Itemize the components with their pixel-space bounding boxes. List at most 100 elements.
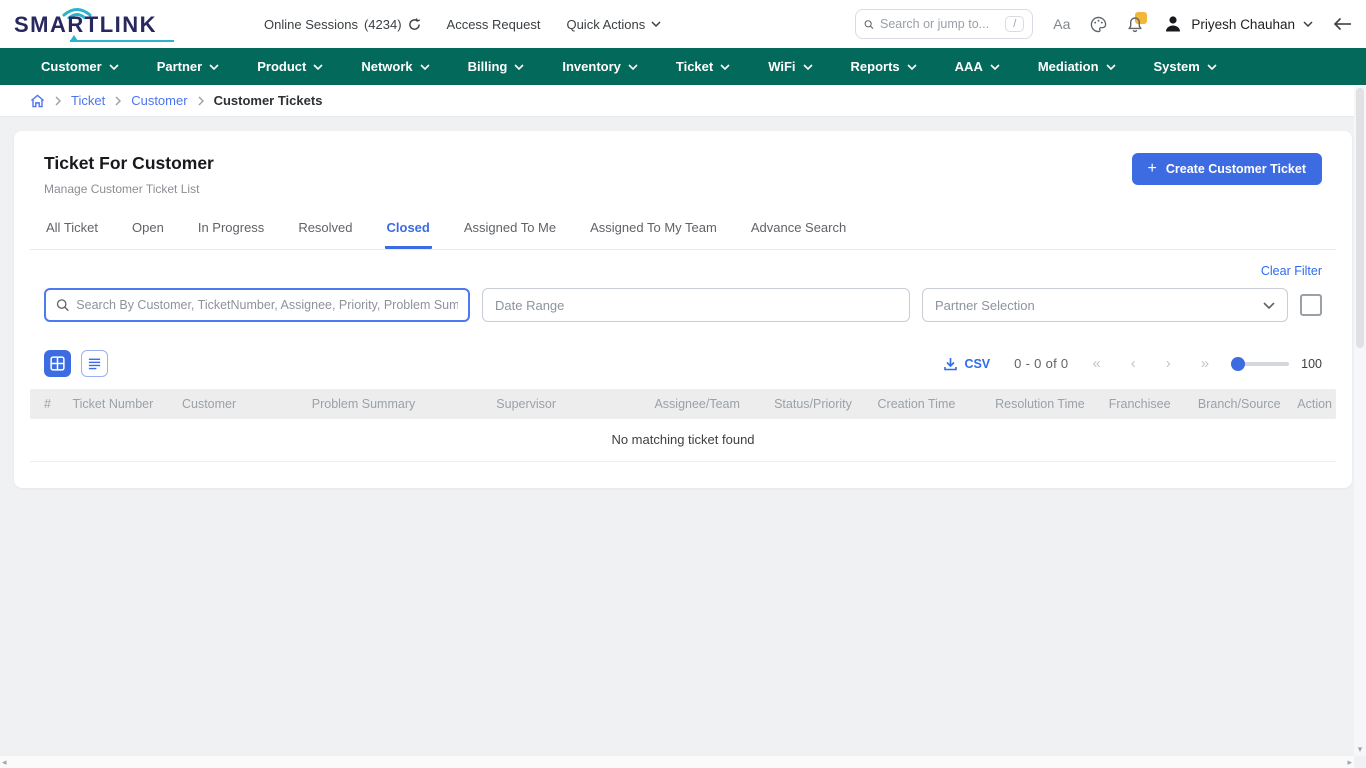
chevron-down-icon bbox=[313, 64, 323, 70]
breadcrumb-current: Customer Tickets bbox=[214, 93, 323, 108]
nav-item-wifi[interactable]: WiFi bbox=[753, 48, 827, 85]
vertical-scrollbar-thumb[interactable] bbox=[1356, 88, 1364, 348]
scroll-left-arrow[interactable]: ◂ bbox=[2, 758, 7, 767]
ticket-table: # Ticket Number Customer Problem Summary… bbox=[30, 389, 1336, 462]
first-page-button[interactable]: « bbox=[1092, 356, 1100, 371]
nav-item-partner[interactable]: Partner bbox=[142, 48, 235, 85]
chevron-down-icon bbox=[1207, 64, 1217, 70]
chevron-down-icon bbox=[514, 64, 524, 70]
user-name: Priyesh Chauhan bbox=[1191, 17, 1295, 32]
main-navbar: Customer Partner Product Network Billing… bbox=[0, 48, 1366, 85]
search-icon bbox=[56, 298, 69, 312]
main-content: Ticket For Customer Manage Customer Tick… bbox=[0, 117, 1366, 502]
app-header: SMARTLINK Online Sessions (4234) Access … bbox=[0, 0, 1366, 48]
prev-page-button[interactable]: ‹ bbox=[1131, 356, 1136, 371]
ticket-search-field[interactable] bbox=[44, 288, 470, 322]
nav-item-product[interactable]: Product bbox=[242, 48, 338, 85]
slash-shortcut-badge: / bbox=[1005, 16, 1024, 32]
notifications-button[interactable] bbox=[1127, 16, 1143, 33]
online-sessions-label: Online Sessions bbox=[264, 17, 358, 32]
page-size-value: 100 bbox=[1301, 357, 1322, 371]
online-sessions-link[interactable]: Online Sessions (4234) bbox=[264, 17, 421, 32]
breadcrumb-customer[interactable]: Customer bbox=[131, 93, 187, 108]
page-size-slider[interactable] bbox=[1233, 362, 1289, 366]
scroll-down-arrow[interactable]: ▾ bbox=[1354, 745, 1366, 754]
empty-message: No matching ticket found bbox=[30, 419, 1336, 462]
next-page-button[interactable]: › bbox=[1166, 356, 1171, 371]
nav-item-network[interactable]: Network bbox=[346, 48, 444, 85]
scroll-right-arrow[interactable]: ▸ bbox=[1347, 758, 1352, 767]
tab-resolved[interactable]: Resolved bbox=[296, 216, 354, 249]
nav-item-reports[interactable]: Reports bbox=[836, 48, 932, 85]
logo-text: SMARTLINK bbox=[14, 12, 157, 38]
ticket-search-input[interactable] bbox=[76, 298, 458, 312]
grid-view-button[interactable] bbox=[44, 350, 71, 377]
list-toolbar: CSV 0 - 0 of 0 « ‹ › » 100 bbox=[30, 350, 1336, 377]
nav-item-aaa[interactable]: AAA bbox=[940, 48, 1015, 85]
col-action: Action bbox=[1289, 389, 1336, 419]
slider-knob[interactable] bbox=[1231, 357, 1245, 371]
nav-item-inventory[interactable]: Inventory bbox=[547, 48, 653, 85]
nav-item-ticket[interactable]: Ticket bbox=[661, 48, 745, 85]
last-page-button[interactable]: » bbox=[1201, 356, 1209, 371]
col-ticket-number: Ticket Number bbox=[64, 389, 174, 419]
export-csv-button[interactable]: CSV bbox=[944, 357, 990, 371]
col-creation-time: Creation Time bbox=[870, 389, 988, 419]
filters-row: Partner Selection bbox=[30, 288, 1336, 322]
ticket-list-card: Ticket For Customer Manage Customer Tick… bbox=[14, 131, 1352, 488]
page-subtitle: Manage Customer Ticket List bbox=[44, 182, 214, 196]
page-title: Ticket For Customer bbox=[44, 153, 214, 174]
font-size-toggle[interactable]: Aa bbox=[1053, 16, 1070, 32]
pagination-range: 0 - 0 of 0 bbox=[1014, 356, 1068, 371]
tab-all-ticket[interactable]: All Ticket bbox=[44, 216, 100, 249]
theme-palette-button[interactable] bbox=[1090, 16, 1107, 33]
download-icon bbox=[944, 357, 957, 371]
back-arrow-icon[interactable] bbox=[1333, 17, 1352, 31]
access-request-link[interactable]: Access Request bbox=[447, 17, 541, 32]
chevron-down-icon bbox=[1106, 64, 1116, 70]
chevron-down-icon bbox=[628, 64, 638, 70]
col-assignee-team: Assignee/Team bbox=[646, 389, 766, 419]
create-customer-ticket-button[interactable]: + Create Customer Ticket bbox=[1132, 153, 1322, 185]
chevron-down-icon bbox=[1263, 302, 1275, 309]
col-status-priority: Status/Priority bbox=[766, 389, 869, 419]
list-view-button[interactable] bbox=[81, 350, 108, 377]
chevron-right-icon bbox=[55, 96, 61, 106]
nav-item-customer[interactable]: Customer bbox=[26, 48, 134, 85]
global-search-input[interactable] bbox=[880, 17, 999, 31]
home-icon[interactable] bbox=[30, 94, 45, 108]
global-search[interactable]: / bbox=[855, 9, 1033, 39]
nav-item-mediation[interactable]: Mediation bbox=[1023, 48, 1131, 85]
refresh-icon[interactable] bbox=[408, 18, 421, 31]
tab-advance-search[interactable]: Advance Search bbox=[749, 216, 848, 249]
smartlink-logo[interactable]: SMARTLINK bbox=[14, 6, 182, 42]
date-range-input[interactable] bbox=[482, 288, 910, 322]
partner-selection-dropdown[interactable]: Partner Selection bbox=[922, 288, 1288, 322]
breadcrumb-ticket[interactable]: Ticket bbox=[71, 93, 105, 108]
col-resolution-time: Resolution Time bbox=[987, 389, 1101, 419]
chevron-down-icon bbox=[907, 64, 917, 70]
tab-assigned-to-me[interactable]: Assigned To Me bbox=[462, 216, 558, 249]
col-franchisee: Franchisee bbox=[1101, 389, 1190, 419]
nav-item-billing[interactable]: Billing bbox=[453, 48, 540, 85]
quick-actions-menu[interactable]: Quick Actions bbox=[566, 17, 661, 32]
chevron-down-icon bbox=[209, 64, 219, 70]
tab-assigned-to-my-team[interactable]: Assigned To My Team bbox=[588, 216, 719, 249]
tab-open[interactable]: Open bbox=[130, 216, 166, 249]
palette-icon bbox=[1090, 16, 1107, 33]
chevron-down-icon bbox=[1303, 21, 1313, 27]
list-icon bbox=[87, 356, 102, 371]
tab-closed[interactable]: Closed bbox=[385, 216, 432, 249]
vertical-scrollbar[interactable]: ▾ bbox=[1354, 86, 1366, 756]
col-problem-summary: Problem Summary bbox=[304, 389, 489, 419]
horizontal-scrollbar[interactable]: ◂ ▸ bbox=[0, 756, 1354, 768]
user-menu[interactable]: Priyesh Chauhan bbox=[1163, 14, 1313, 34]
col-index: # bbox=[30, 389, 64, 419]
nav-item-system[interactable]: System bbox=[1139, 48, 1232, 85]
tab-in-progress[interactable]: In Progress bbox=[196, 216, 266, 249]
chevron-down-icon bbox=[990, 64, 1000, 70]
chevron-down-icon bbox=[420, 64, 430, 70]
filter-checkbox[interactable] bbox=[1300, 294, 1322, 316]
avatar-icon bbox=[1163, 14, 1183, 34]
clear-filter-link[interactable]: Clear Filter bbox=[1261, 264, 1322, 278]
